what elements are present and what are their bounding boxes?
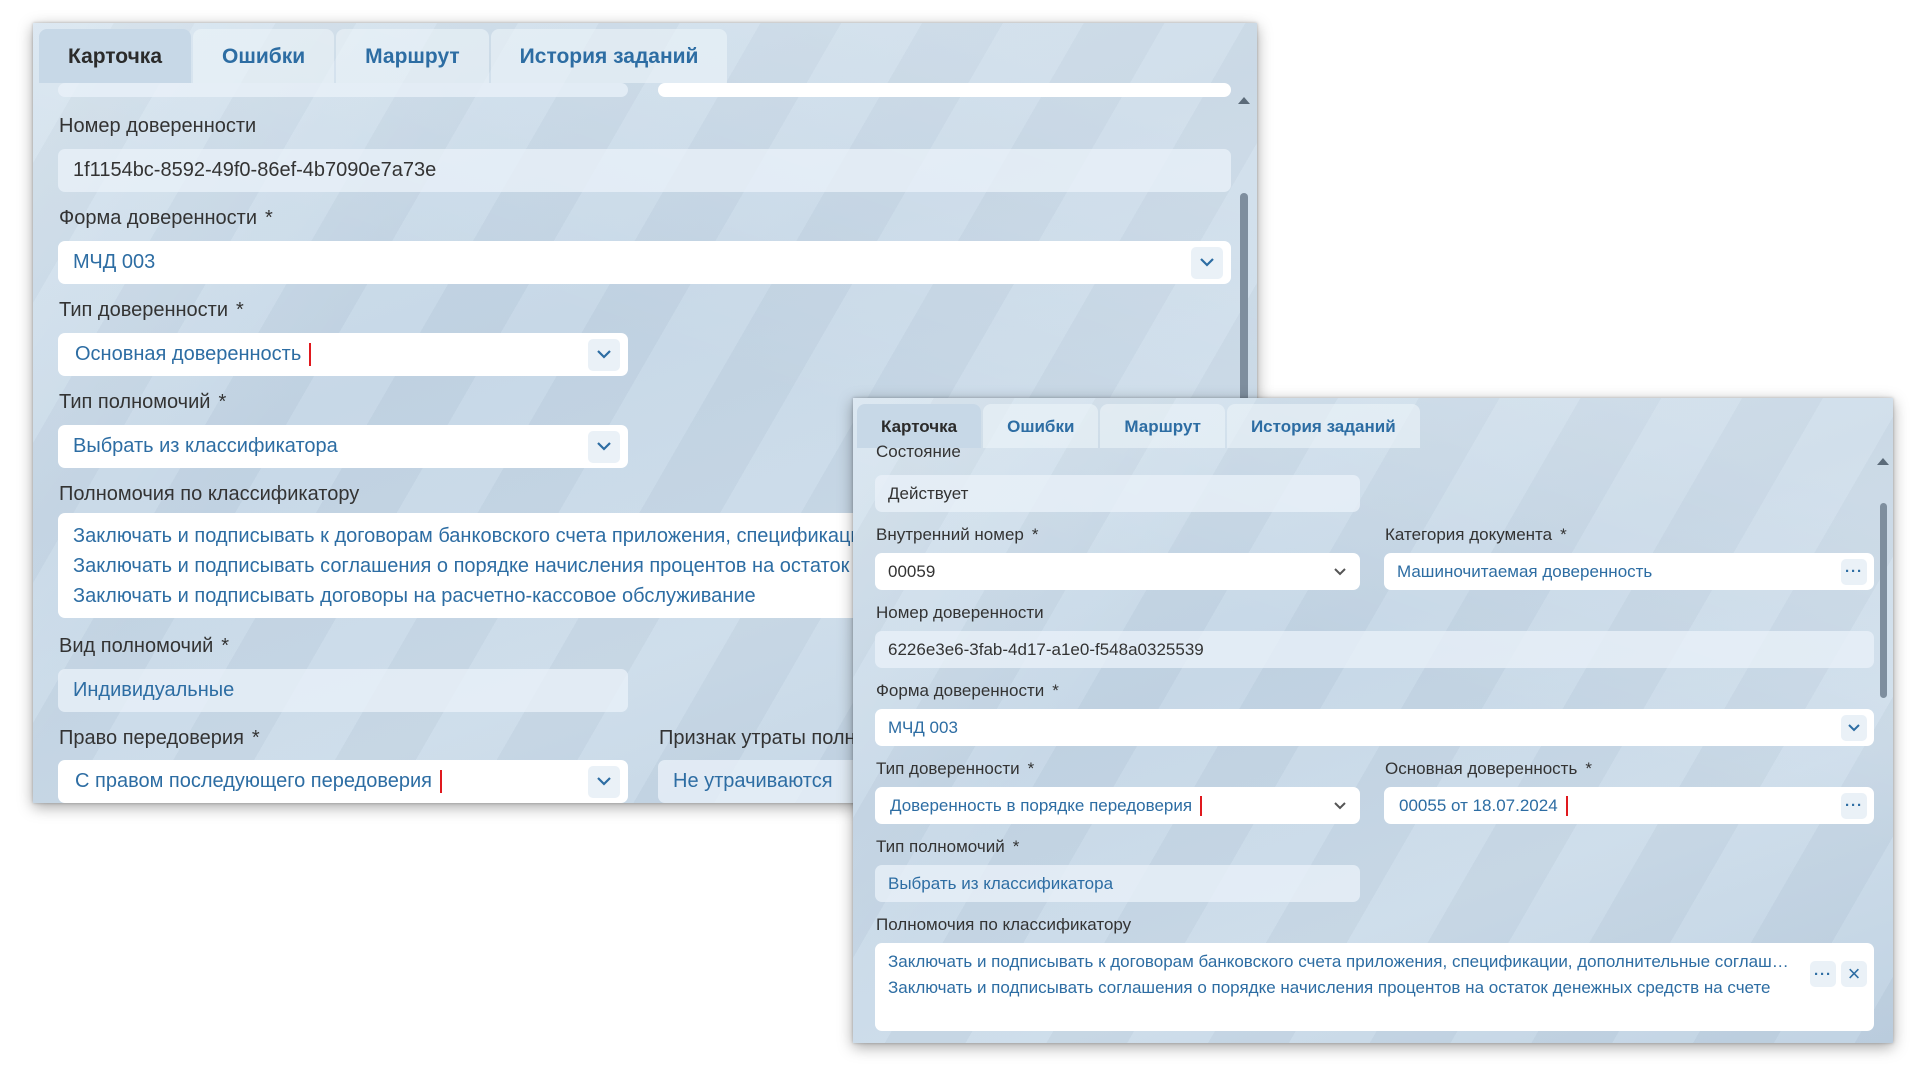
clipped-field-left: [58, 83, 628, 97]
main-poa-select[interactable]: 00055 от 18.07.2024 ···: [1384, 787, 1874, 824]
highlight-box: С правом последующего передоверия: [73, 770, 442, 793]
poa-number-label: Номер доверенности: [59, 115, 257, 137]
main-poa-label: Основная доверенность *: [1385, 759, 1592, 778]
poa-type-select[interactable]: Основная доверенность: [58, 333, 628, 376]
poa-type-label: Тип доверенности *: [59, 299, 244, 321]
authority-type-label: Тип полномочий *: [59, 391, 227, 413]
chevron-down-icon[interactable]: [588, 430, 620, 463]
authority-type-select[interactable]: Выбрать из классификатора: [58, 425, 628, 468]
internal-number-label: Внутренний номер *: [876, 525, 1039, 544]
chevron-down-icon[interactable]: [1327, 559, 1353, 585]
doc-category-label: Категория документа *: [1385, 525, 1567, 544]
tab-route[interactable]: Маршрут: [336, 29, 489, 83]
chevron-down-icon[interactable]: [588, 338, 620, 371]
powers-kind-label: Вид полномочий *: [59, 635, 230, 657]
list-item: Заключать и подписывать соглашения о пор…: [888, 978, 1771, 997]
ellipsis-icon[interactable]: ···: [1841, 558, 1867, 585]
ellipsis-icon[interactable]: ···: [1841, 792, 1867, 819]
chevron-down-icon[interactable]: [1327, 793, 1353, 819]
redelegation-right-label: Право передоверия *: [59, 727, 260, 749]
poa-type-select[interactable]: Доверенность в порядке передоверия: [875, 787, 1360, 824]
classifier-powers-list[interactable]: Заключать и подписывать к договорам банк…: [875, 943, 1874, 1031]
highlight-box: 00055 от 18.07.2024: [1397, 795, 1568, 816]
powers-kind-field[interactable]: Индивидуальные: [58, 669, 628, 712]
ellipsis-icon[interactable]: ···: [1810, 961, 1836, 987]
poa-number-field[interactable]: 6226e3e6-3fab-4d17-a1e0-f548a0325539: [875, 631, 1874, 668]
poa-form-label: Форма доверенности *: [876, 681, 1059, 700]
tab-bar: Карточка Ошибки Маршрут История заданий: [33, 23, 1257, 83]
poa-form-select[interactable]: МЧД 003: [58, 241, 1231, 284]
clipped-field-right: [658, 83, 1231, 97]
poa-form-select[interactable]: МЧД 003: [875, 709, 1874, 746]
classifier-powers-label: Полномочия по классификатору: [59, 483, 360, 505]
authority-type-field[interactable]: Выбрать из классификатора: [875, 865, 1360, 902]
highlight-box: Доверенность в порядке передоверия: [888, 795, 1203, 816]
state-field[interactable]: Действует: [875, 475, 1360, 512]
chevron-down-icon[interactable]: [1191, 246, 1223, 279]
chevron-down-icon[interactable]: [588, 765, 620, 798]
state-label: Состояние: [876, 442, 961, 461]
poa-form-label: Форма доверенности *: [59, 207, 273, 229]
tab-bar: Карточка Ошибки Маршрут История заданий: [853, 398, 1893, 448]
redelegation-right-select[interactable]: С правом последующего передоверия: [58, 760, 628, 803]
scroll-up-icon[interactable]: [1238, 97, 1250, 104]
poa-number-label: Номер доверенности: [876, 603, 1044, 622]
highlight-box: Основная доверенность: [73, 343, 312, 366]
scroll-up-icon[interactable]: [1877, 458, 1889, 465]
authority-type-label: Тип полномочий *: [876, 837, 1020, 856]
chevron-down-icon[interactable]: [1841, 714, 1867, 741]
doc-category-select[interactable]: Машиночитаемая доверенность ···: [1384, 553, 1874, 590]
poa-number-field[interactable]: 1f1154bc-8592-49f0-86ef-4b7090e7a73e: [58, 149, 1231, 192]
tab-route[interactable]: Маршрут: [1100, 404, 1225, 448]
poa-type-label: Тип доверенности *: [876, 759, 1035, 778]
close-icon[interactable]: ×: [1841, 961, 1867, 987]
tab-card[interactable]: Карточка: [39, 29, 191, 83]
tab-errors[interactable]: Ошибки: [983, 404, 1099, 448]
tab-errors[interactable]: Ошибки: [193, 29, 335, 83]
list-item: Заключать и подписывать к договорам банк…: [888, 952, 1793, 971]
card-window-redelegation: Карточка Ошибки Маршрут История заданий …: [853, 398, 1893, 1043]
classifier-powers-label: Полномочия по классификатору: [876, 915, 1132, 934]
internal-number-select[interactable]: 00059: [875, 553, 1360, 590]
tab-task-history[interactable]: История заданий: [1226, 404, 1420, 448]
tab-task-history[interactable]: История заданий: [490, 29, 728, 83]
scrollbar-thumb[interactable]: [1880, 503, 1887, 698]
